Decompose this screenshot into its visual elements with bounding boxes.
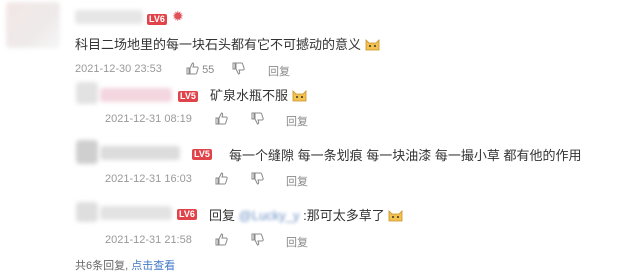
- reply-text: 每一个缝隙 每一条划痕 每一块油漆 每一撮小草 都有他的作用: [229, 148, 582, 163]
- thumbs-up-icon: [215, 112, 228, 125]
- reply-prefix: 回复: [209, 208, 236, 223]
- level-badge: LV5: [178, 91, 198, 102]
- reply-username[interactable]: [100, 88, 172, 102]
- mention-link[interactable]: @Lucky_y: [239, 208, 300, 223]
- reply-button[interactable]: 回复: [286, 113, 308, 129]
- like-button[interactable]: [215, 233, 228, 247]
- level-badge: LV5: [192, 149, 212, 160]
- comment-body: 科目二场地里的每一块石头都有它不可撼动的意义: [75, 37, 362, 52]
- dislike-button[interactable]: [251, 233, 264, 247]
- reply-avatar[interactable]: [76, 202, 98, 222]
- reply-button[interactable]: 回复: [268, 63, 290, 79]
- comment-timestamp: 2021-12-30 23:53: [75, 63, 162, 75]
- like-button[interactable]: 55: [186, 62, 214, 76]
- thumbs-down-icon: [251, 233, 264, 246]
- cat-emoji-icon: [292, 90, 307, 102]
- reply-timestamp: 2021-12-31 08:19: [105, 113, 192, 125]
- reply-username[interactable]: [100, 206, 172, 220]
- thumbs-down-icon: [232, 62, 245, 75]
- view-more-link[interactable]: 点击查看: [131, 260, 175, 272]
- reply-body: :那可太多草了: [303, 208, 385, 223]
- reply-text: 回复 @Lucky_y :那可太多草了: [209, 205, 403, 224]
- dislike-button[interactable]: [251, 112, 264, 126]
- thumbs-up-icon: [186, 62, 199, 75]
- thumbs-down-icon: [251, 112, 264, 125]
- reply-body: 矿泉水瓶不服: [210, 88, 289, 103]
- thumbs-up-icon: [215, 172, 228, 185]
- thumbs-up-icon: [215, 233, 228, 246]
- comment-text: 科目二场地里的每一块石头都有它不可撼动的意义: [75, 34, 380, 53]
- like-button[interactable]: [215, 172, 228, 186]
- dislike-button[interactable]: [232, 62, 245, 76]
- reply-count: 共6条回复,: [75, 260, 129, 272]
- crown-icon: ✹: [172, 8, 184, 24]
- reply-button[interactable]: 回复: [286, 173, 308, 189]
- username[interactable]: [75, 10, 143, 24]
- like-button[interactable]: [215, 112, 228, 126]
- dislike-button[interactable]: [251, 172, 264, 186]
- reply-timestamp: 2021-12-31 21:58: [105, 234, 192, 246]
- level-badge: LV6: [147, 14, 167, 25]
- reply-button[interactable]: 回复: [286, 234, 308, 250]
- thumbs-down-icon: [251, 172, 264, 185]
- reply-count-footer: 共6条回复, 点击查看: [75, 257, 175, 273]
- reply-avatar[interactable]: [76, 82, 98, 104]
- level-badge: LV6: [177, 209, 197, 220]
- reply-avatar[interactable]: [76, 140, 98, 164]
- like-count: 55: [202, 64, 215, 76]
- avatar[interactable]: [6, 2, 60, 48]
- cat-emoji-icon: [389, 210, 403, 222]
- cat-emoji-icon: [365, 39, 380, 51]
- reply-text: 矿泉水瓶不服: [210, 85, 307, 104]
- reply-timestamp: 2021-12-31 16:03: [105, 173, 192, 185]
- reply-username[interactable]: [100, 146, 180, 160]
